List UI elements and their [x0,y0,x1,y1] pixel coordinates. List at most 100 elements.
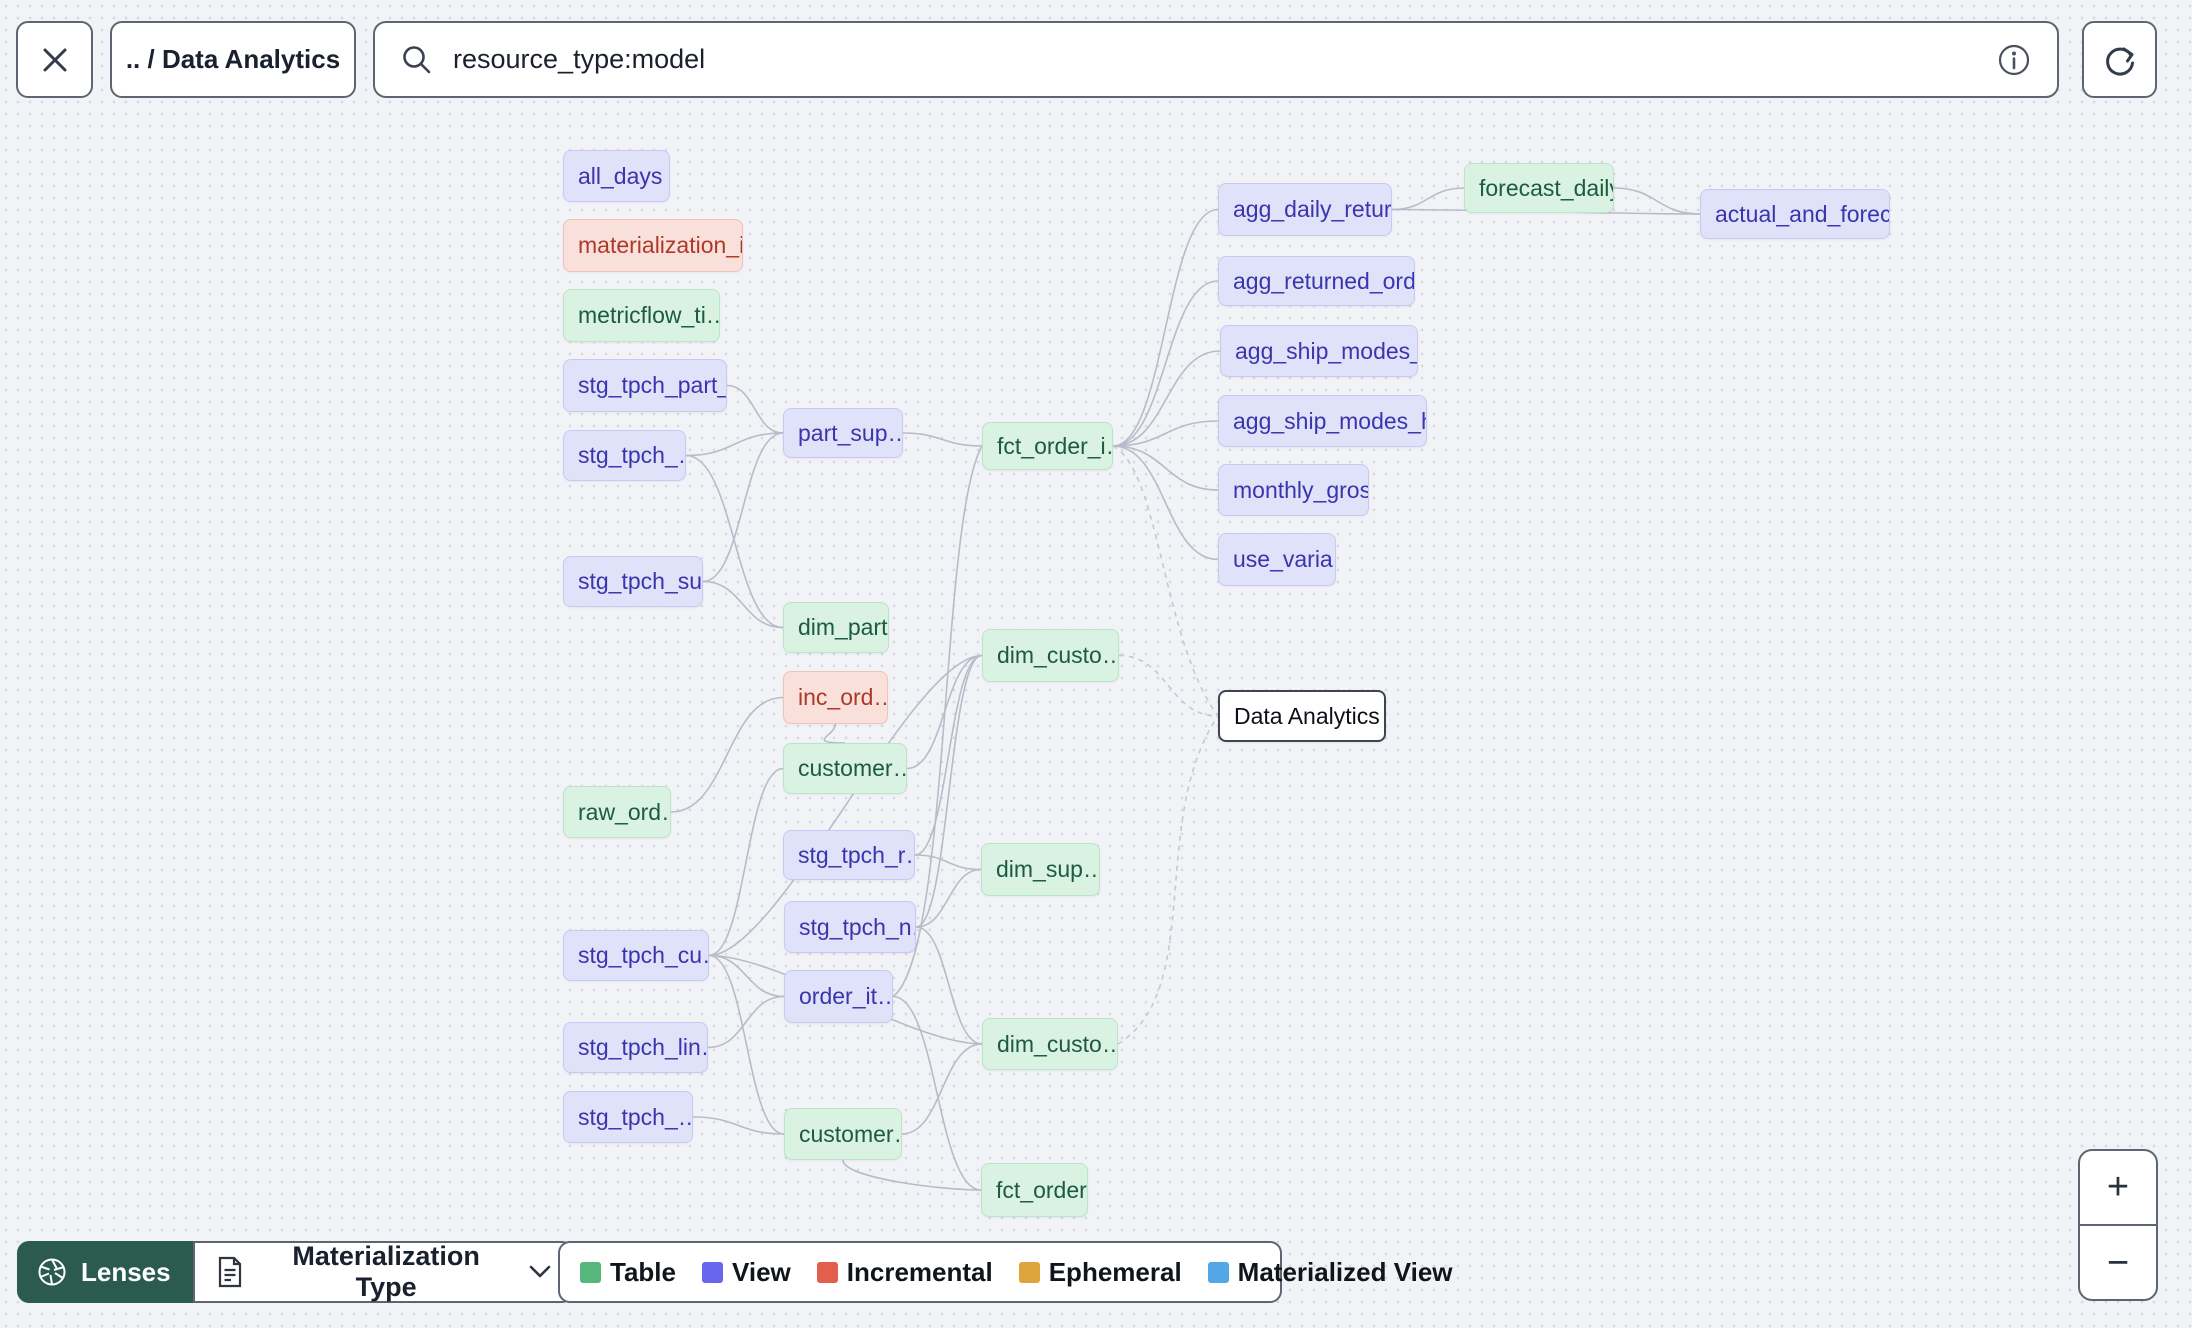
graph-node[interactable]: all_days [563,150,670,202]
lineage-edge [892,995,982,1191]
graph-node[interactable]: actual_and_foreca… [1700,189,1890,239]
graph-node[interactable]: forecast_daily… [1464,163,1614,213]
lineage-edge [1112,420,1219,447]
lineage-edge [707,995,785,1049]
graph-node[interactable]: materialization_i… [563,219,743,272]
materialization-legend: Table View Incremental Ephemeral Materialize… [558,1241,1453,1303]
zoom-in-button[interactable]: + [2080,1151,2156,1224]
materialization-type-selector[interactable]: Materialization Type [192,1241,574,1303]
graph-node[interactable]: dim_custo… [982,629,1119,682]
legend-item: Materialized View [1207,1256,1453,1288]
lineage-edge [670,696,784,813]
graph-node[interactable]: agg_ship_modes_d… [1220,325,1418,377]
legend-item: Ephemeral [1018,1256,1182,1288]
search-icon [399,42,435,78]
lineage-edge [906,654,983,770]
legend-item: Incremental [816,1256,993,1288]
lineage-edge [914,654,983,856]
legend-item: Table [580,1257,676,1288]
lineage-edge [702,432,784,583]
legend-label: Table [610,1256,676,1287]
lineage-edge [1112,445,1219,561]
legend-swatch [1207,1261,1229,1283]
lineage-edge [842,1159,982,1191]
lineage-edge [692,1116,785,1135]
lineage-edge [1112,445,1219,491]
graph-node[interactable]: stg_tpch_n… [784,901,916,953]
graph-node[interactable]: customer… [784,1108,902,1160]
chevron-down-icon [528,1264,552,1280]
graph-node[interactable]: dim_parts [783,602,889,653]
search-bar[interactable] [373,21,2059,98]
refresh-button[interactable] [2082,21,2157,98]
graph-node[interactable]: fct_order_i… [982,422,1113,470]
graph-node[interactable]: agg_ship_modes_ha… [1218,395,1427,447]
lineage-edge [708,767,784,957]
graph-node[interactable]: metricflow_ti… [563,289,720,342]
lineage-edge [708,954,785,1135]
lineage-edge [685,432,784,457]
lineage-edge [901,1043,983,1135]
legend-label: Incremental [846,1256,993,1287]
graph-node[interactable]: inc_ord… [783,671,888,724]
lineage-edge [702,580,784,629]
legend-label: Materialized View [1237,1256,1453,1287]
lineage-edge [708,954,785,998]
graph-node[interactable]: Data Analytics | … [1218,690,1386,742]
graph-node[interactable]: use_varia… [1218,533,1336,586]
legend-label: View [731,1256,791,1287]
graph-node[interactable]: stg_tpch_r… [783,830,915,880]
lineage-edge [914,854,982,871]
lineage-edge [915,868,982,928]
lenses-button[interactable]: Lenses [17,1241,193,1303]
graph-node[interactable]: raw_ord… [563,786,671,838]
lineage-edge [915,654,983,928]
breadcrumb[interactable]: .. / Data Analytics [110,21,356,98]
graph-node[interactable]: agg_returned_orde… [1218,256,1415,306]
lineage-edge [1391,187,1465,211]
lineage-canvas[interactable]: all_days materialization_i… metricflow_ti…… [0,0,2192,1328]
graph-node[interactable]: monthly_gross… [1218,464,1369,516]
lineage-edge [902,432,983,447]
graph-node[interactable]: stg_tpch_lin… [563,1022,708,1073]
lineage-edge-dashed [1117,715,1219,1045]
lineage-edge [823,723,846,744]
search-input[interactable] [451,43,1979,76]
lineage-edge [915,926,983,1045]
legend-swatch [701,1261,723,1283]
graph-node[interactable]: stg_tpch_… [563,430,686,481]
legend-swatch [580,1261,601,1283]
close-button[interactable] [16,21,93,98]
lineage-edge [1112,280,1219,447]
lineage-edge-dashed [1118,654,1219,717]
graph-node[interactable]: dim_sup… [981,843,1100,896]
zoom-out-button[interactable]: − [2080,1226,2156,1299]
lineage-edge-dashed [1112,445,1219,717]
graph-node[interactable]: dim_custo… [982,1018,1118,1070]
graph-node[interactable]: stg_tpch_cu… [563,930,709,981]
graph-node[interactable]: agg_daily_retur… [1218,183,1392,236]
legend-label: Ephemeral [1048,1256,1182,1287]
legend-swatch [816,1261,838,1283]
lineage-edge [1112,208,1219,447]
legend-item: View [701,1256,791,1288]
materialization-type-label: Materialization Type [292,1241,480,1302]
graph-node[interactable]: stg_tpch_part_… [563,359,727,412]
lenses-label: Lenses [81,1256,171,1287]
info-icon[interactable] [1995,41,2033,79]
graph-node[interactable]: part_sup… [783,408,903,458]
breadcrumb-label: .. / Data Analytics [125,44,341,74]
legend-swatch [1018,1261,1040,1283]
graph-node[interactable]: fct_orders [981,1163,1088,1217]
document-icon [215,1255,245,1289]
lens-controls: Lenses Materialization Type [17,1241,574,1303]
graph-node[interactable]: order_it… [784,970,893,1023]
zoom-controls: + − [2078,1149,2158,1301]
lineage-edge [1613,187,1701,215]
graph-node[interactable]: stg_tpch_su… [563,556,703,607]
close-icon [38,43,72,77]
graph-node[interactable]: customer… [783,743,907,794]
aperture-icon [35,1255,69,1289]
refresh-icon [2100,40,2140,80]
graph-node[interactable]: stg_tpch_… [563,1091,693,1143]
